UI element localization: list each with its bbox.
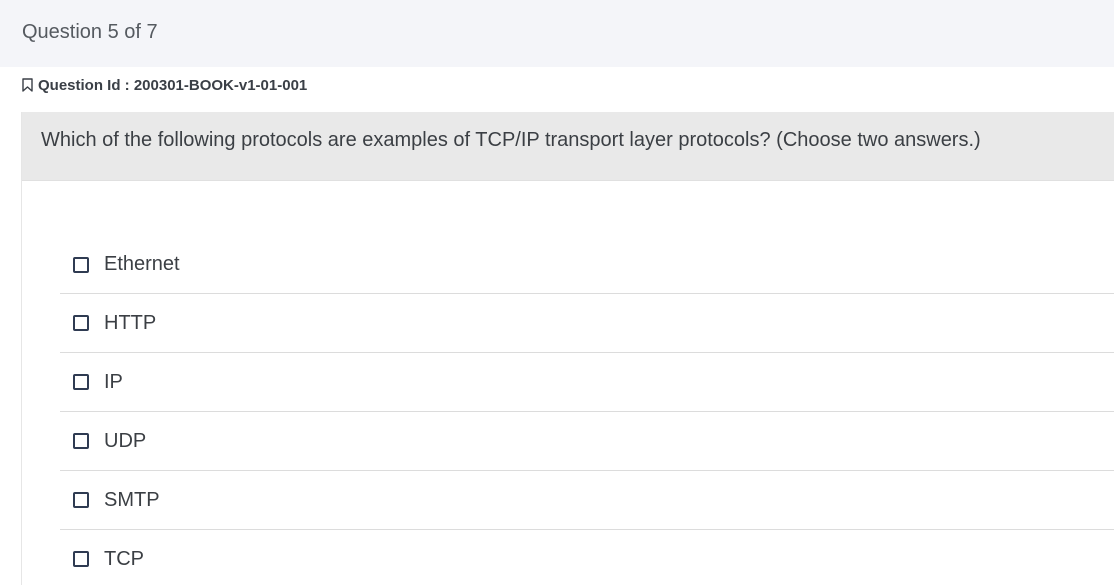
question-stem-box: Which of the following protocols are exa… (22, 112, 1114, 181)
option-label: UDP (104, 429, 147, 452)
checkbox[interactable] (73, 433, 89, 449)
answer-option-ip[interactable]: IP (60, 353, 1114, 412)
question-id-row: Question Id : 200301-BOOK-v1-01-001 (21, 75, 307, 95)
bookmark-icon[interactable] (21, 78, 34, 92)
checkbox[interactable] (73, 492, 89, 508)
checkbox[interactable] (73, 374, 89, 390)
question-text: Which of the following protocols are exa… (41, 129, 981, 151)
option-label: SMTP (104, 488, 160, 511)
checkbox[interactable] (73, 256, 89, 273)
question-id: Question Id : 200301-BOOK-v1-01-001 (38, 76, 308, 94)
option-label: Ethernet (104, 253, 180, 275)
checkbox[interactable] (73, 315, 89, 331)
option-label: IP (104, 370, 123, 393)
checkbox[interactable] (73, 551, 89, 567)
answer-options: Ethernet HTTP IP UDP SMTP TCP (60, 236, 1114, 588)
answer-option-ethernet[interactable]: Ethernet (60, 236, 1114, 294)
option-label: HTTP (104, 311, 157, 334)
top-bar: Question 5 of 7 (0, 0, 1114, 67)
answer-option-http[interactable]: HTTP (60, 294, 1114, 353)
answer-option-udp[interactable]: UDP (60, 412, 1114, 471)
question-progress: Question 5 of 7 (22, 21, 158, 43)
question-card: Which of the following protocols are exa… (21, 112, 1114, 585)
answer-option-smtp[interactable]: SMTP (60, 471, 1114, 530)
answer-option-tcp[interactable]: TCP (60, 530, 1114, 588)
option-label: TCP (104, 547, 144, 570)
